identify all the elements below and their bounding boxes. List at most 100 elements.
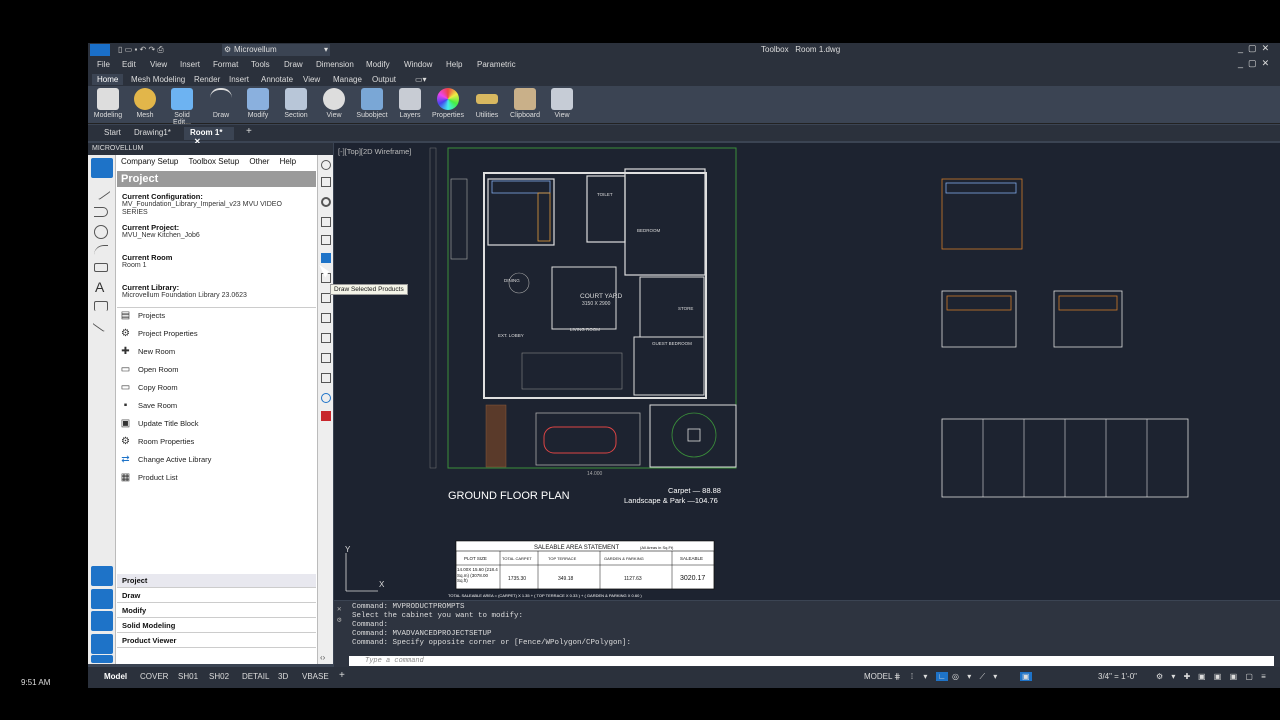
menu-file[interactable]: File xyxy=(97,60,110,69)
maximize-icon[interactable]: ▢ xyxy=(1248,43,1257,53)
tab-room1[interactable]: Room 1* ✕ xyxy=(184,127,234,146)
annotation-scale[interactable]: 3/4" = 1'-0" xyxy=(1098,672,1137,681)
layout-tab-3d[interactable]: 3D xyxy=(278,672,288,681)
print-icon[interactable]: ⎙ xyxy=(157,45,163,54)
menu-toolbox-setup[interactable]: Toolbox Setup xyxy=(188,157,239,166)
menu-insert[interactable]: Insert xyxy=(180,60,200,69)
footer-tab-draw[interactable]: Draw xyxy=(117,589,316,603)
menu-window[interactable]: Window xyxy=(404,60,432,69)
menu-format[interactable]: Format xyxy=(213,60,238,69)
list-item-update-title-block[interactable]: ▣ Update Title Block xyxy=(119,416,314,432)
ribbon-view-button[interactable]: View xyxy=(317,88,351,122)
layout-tab-sh01[interactable]: SH01 xyxy=(178,672,198,681)
add-tab-icon[interactable]: + xyxy=(240,125,258,138)
tab-mesh-modeling[interactable]: Mesh Modeling xyxy=(126,74,190,85)
refresh-icon[interactable] xyxy=(321,393,331,403)
circle-icon[interactable] xyxy=(94,225,108,239)
ribbon-section-button[interactable]: Section xyxy=(279,88,313,122)
list-item-open-room[interactable]: ▭ Open Room xyxy=(119,362,314,378)
menu-help[interactable]: Help xyxy=(446,60,462,69)
rectangle-icon[interactable] xyxy=(94,263,108,272)
footer-tab-product-viewer[interactable]: Product Viewer xyxy=(117,634,316,648)
tab-drawing1[interactable]: Drawing1* xyxy=(128,127,177,140)
add-layout-icon[interactable]: + xyxy=(339,670,345,681)
ribbon-toggle-icon[interactable]: ▭▾ xyxy=(410,74,432,85)
list-item-copy-room[interactable]: ▭ Copy Room xyxy=(119,380,314,396)
menu-view[interactable]: View xyxy=(150,60,167,69)
undo-icon[interactable]: ↶ xyxy=(140,45,147,54)
workspace-dropdown[interactable]: ⚙ Microvellum ▾ xyxy=(222,44,330,56)
brush-icon[interactable] xyxy=(321,313,331,323)
settings-icon[interactable] xyxy=(91,655,113,663)
sheet-icon[interactable] xyxy=(321,333,331,343)
dimension-icon[interactable] xyxy=(94,301,108,311)
document-icon[interactable] xyxy=(321,177,331,187)
menu-modify[interactable]: Modify xyxy=(366,60,390,69)
tab-view[interactable]: View xyxy=(298,74,325,85)
minimize-icon[interactable]: _ xyxy=(1238,43,1243,53)
line-icon[interactable] xyxy=(93,183,111,201)
status-gear-icon[interactable]: ⚙ ▾ ✚ xyxy=(1156,672,1193,681)
ribbon-mesh-button[interactable]: Mesh xyxy=(128,88,162,122)
gear-icon[interactable] xyxy=(321,160,331,170)
ribbon-modeling-button[interactable]: Modeling xyxy=(91,88,125,122)
drawing-canvas[interactable]: [-][Top][2D Wireframe] COURT YARD 3150 X… xyxy=(334,143,1280,600)
cube-icon[interactable] xyxy=(91,589,113,609)
text-icon[interactable]: A xyxy=(95,279,117,299)
menu-dimension[interactable]: Dimension xyxy=(316,60,354,69)
pdf-icon[interactable] xyxy=(321,411,331,421)
fingerprint-icon[interactable] xyxy=(91,566,113,586)
ribbon-clipboard-button[interactable]: Clipboard xyxy=(508,88,542,122)
ortho-icon[interactable]: ∟ xyxy=(936,672,948,681)
minimize-icon[interactable]: _ xyxy=(1238,58,1243,68)
table-icon[interactable] xyxy=(321,353,331,363)
layout-tab-detail[interactable]: DETAIL xyxy=(242,672,269,681)
tab-annotate[interactable]: Annotate xyxy=(256,74,298,85)
menu-other[interactable]: Other xyxy=(249,157,269,166)
leader-icon[interactable] xyxy=(92,315,110,333)
viewport-label[interactable]: [-][Top][2D Wireframe] xyxy=(338,147,411,156)
toolbox-icon[interactable] xyxy=(91,634,113,654)
list-item-projects[interactable]: ▤ Projects xyxy=(119,308,314,324)
ribbon-utilities-button[interactable]: Utilities xyxy=(470,88,504,122)
settings-icon[interactable] xyxy=(321,197,331,207)
tab-output[interactable]: Output xyxy=(367,74,401,85)
tab-render[interactable]: Render xyxy=(189,74,225,85)
camera-icon[interactable] xyxy=(91,611,113,631)
close-icon[interactable]: ✕ xyxy=(1262,58,1270,68)
model-space-button[interactable]: MODEL xyxy=(864,672,892,681)
draw-products-icon[interactable] xyxy=(321,253,331,263)
layout-tab-sh02[interactable]: SH02 xyxy=(209,672,229,681)
ribbon-layers-button[interactable]: Layers xyxy=(393,88,427,122)
status-extra-icons[interactable]: ▣ ▣ ▣ ▢ ≡ xyxy=(1198,672,1269,681)
new-icon[interactable]: ▯ xyxy=(118,45,122,54)
ribbon-solid-edit-button[interactable]: Solid Edit... xyxy=(165,88,199,126)
ribbon-properties-button[interactable]: Properties xyxy=(431,88,465,122)
save-icon[interactable]: ▪ xyxy=(134,45,137,54)
pencil-icon[interactable] xyxy=(91,158,113,178)
list-item-room-properties[interactable]: ⚙ Room Properties xyxy=(119,434,314,450)
list-item-change-active-library[interactable]: ⇄ Change Active Library xyxy=(119,452,314,468)
open-icon[interactable]: ▭ xyxy=(125,45,133,54)
menu-draw[interactable]: Draw xyxy=(284,60,303,69)
footer-tab-modify[interactable]: Modify xyxy=(117,604,316,618)
page-icon[interactable] xyxy=(321,235,331,245)
ribbon-subobject-button[interactable]: Subobject xyxy=(355,88,389,122)
footer-tab-project[interactable]: Project xyxy=(117,574,316,588)
menu-parametric[interactable]: Parametric xyxy=(477,60,516,69)
tab-home[interactable]: Home xyxy=(92,74,124,85)
lineweight-icon[interactable]: ▣ xyxy=(1020,672,1032,681)
list-item-new-room[interactable]: ✚ New Room xyxy=(119,344,314,360)
ribbon-draw-button[interactable]: Draw xyxy=(204,88,238,122)
scroll-arrows-icon[interactable]: ‹› xyxy=(320,653,325,662)
menu-company-setup[interactable]: Company Setup xyxy=(121,157,178,166)
app-logo-icon[interactable] xyxy=(90,44,110,56)
tab-start[interactable]: Start xyxy=(98,127,127,140)
polyline-icon[interactable] xyxy=(94,207,108,217)
drafting-toggles[interactable]: ⋕ ⁞ ▾ xyxy=(894,672,931,681)
menu-tools[interactable]: Tools xyxy=(251,60,270,69)
list-item-product-list[interactable]: ▦ Product List xyxy=(119,470,314,486)
export-icon[interactable] xyxy=(321,373,331,383)
tab-insert[interactable]: Insert xyxy=(224,74,254,85)
ribbon-view2-button[interactable]: View xyxy=(545,88,579,122)
